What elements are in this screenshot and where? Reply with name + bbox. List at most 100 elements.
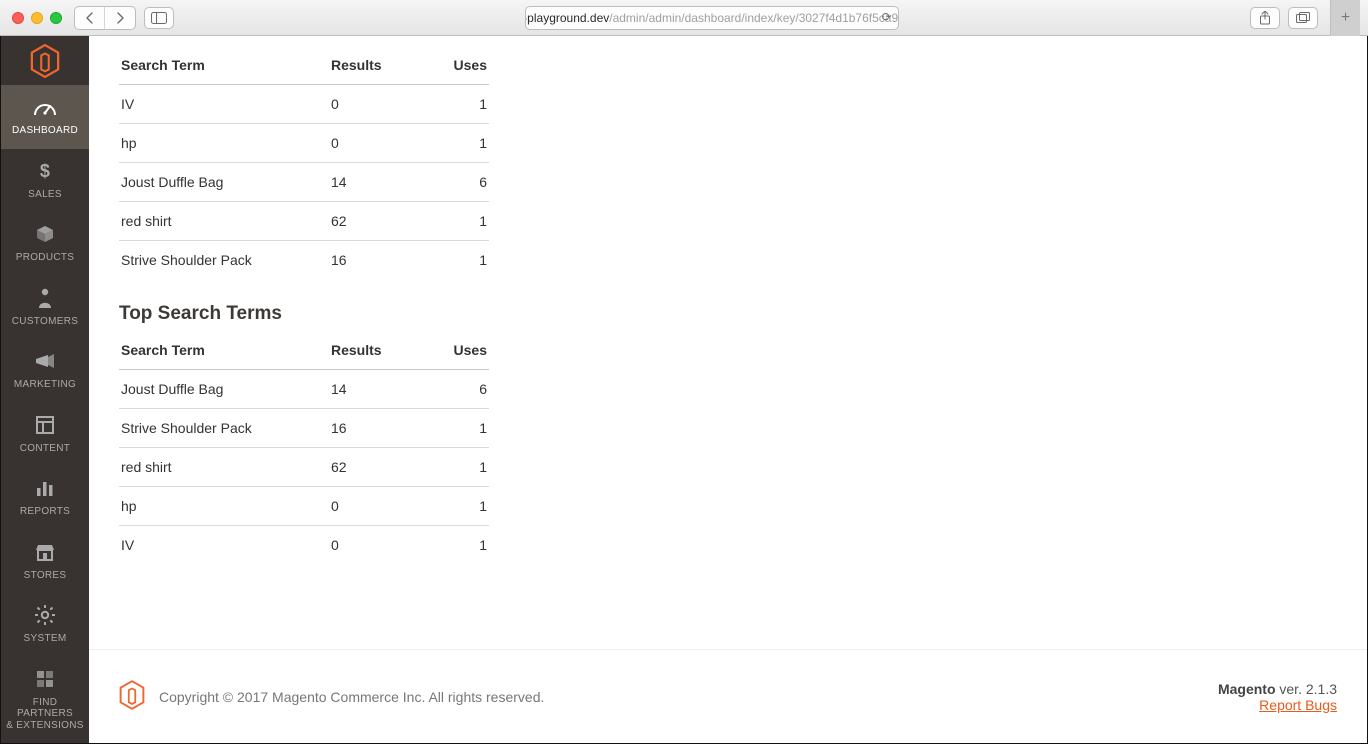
table-row[interactable]: Strive Shoulder Pack161 (119, 241, 489, 280)
sidebar-toggle-button[interactable] (144, 7, 174, 29)
back-button[interactable] (75, 7, 105, 29)
footer-copyright: Copyright © 2017 Magento Commerce Inc. A… (159, 689, 544, 705)
cell-uses: 1 (419, 448, 489, 487)
footer-right: Magento ver. 2.1.3 Report Bugs (1218, 681, 1337, 713)
dashboard-icon (5, 95, 85, 119)
cell-search-term: Joust Duffle Bag (119, 163, 329, 202)
cell-uses: 6 (419, 163, 489, 202)
url-path: /admin/admin/dashboard/index/key/3027f4d… (609, 11, 898, 25)
cell-uses: 1 (419, 409, 489, 448)
sidebar-item-label: SYSTEM (5, 633, 85, 645)
products-icon (5, 222, 85, 246)
window-zoom-button[interactable] (50, 12, 62, 24)
tabs-button[interactable] (1288, 7, 1318, 29)
sidebar-item-label: STORES (5, 570, 85, 582)
col-search-term: Search Term (119, 331, 329, 370)
sidebar-item-label: SALES (5, 189, 85, 201)
magento-logo[interactable] (1, 36, 89, 85)
cell-search-term: red shirt (119, 448, 329, 487)
cell-search-term: IV (119, 526, 329, 565)
sidebar-item-reports[interactable]: REPORTS (1, 466, 89, 530)
sidebar-item-label: CUSTOMERS (5, 316, 85, 328)
col-uses: Uses (419, 46, 489, 85)
cell-search-term: Joust Duffle Bag (119, 370, 329, 409)
sidebar-item-products[interactable]: PRODUCTS (1, 212, 89, 276)
main-column: Search Term Results Uses IV01hp01Joust D… (89, 36, 1367, 743)
cell-uses: 1 (419, 124, 489, 163)
cell-results: 0 (329, 487, 419, 526)
table-row[interactable]: Joust Duffle Bag146 (119, 370, 489, 409)
sidebar-item-label: REPORTS (5, 506, 85, 518)
sidebar-item-dashboard[interactable]: DASHBOARD (1, 85, 89, 149)
forward-button[interactable] (105, 7, 135, 29)
table-row[interactable]: hp01 (119, 487, 489, 526)
footer-version-prefix: ver. (1276, 681, 1306, 697)
cell-results: 16 (329, 241, 419, 280)
cell-results: 14 (329, 163, 419, 202)
cell-results: 62 (329, 448, 419, 487)
cell-results: 16 (329, 409, 419, 448)
table-row[interactable]: hp01 (119, 124, 489, 163)
content-icon (5, 413, 85, 437)
sidebar-item-label: CONTENT (5, 443, 85, 455)
cell-search-term: red shirt (119, 202, 329, 241)
sidebar-item-system[interactable]: SYSTEM (1, 593, 89, 657)
table-row[interactable]: red shirt621 (119, 202, 489, 241)
sidebar-item-label: MARKETING (5, 379, 85, 391)
sidebar-item-marketing[interactable]: MARKETING (1, 339, 89, 403)
cell-uses: 1 (419, 202, 489, 241)
cell-uses: 1 (419, 85, 489, 124)
sidebar-item-label: PRODUCTS (5, 252, 85, 264)
table-row[interactable]: Strive Shoulder Pack161 (119, 409, 489, 448)
table-row[interactable]: Joust Duffle Bag146 (119, 163, 489, 202)
cell-results: 0 (329, 124, 419, 163)
reload-button[interactable]: ⟳ (882, 10, 892, 24)
sidebar-item-find[interactable]: FIND PARTNERS & EXTENSIONS (1, 657, 89, 744)
sidebar-item-customers[interactable]: CUSTOMERS (1, 276, 89, 340)
cell-results: 0 (329, 85, 419, 124)
url-bar[interactable]: magento2-playground.dev /admin/admin/das… (525, 6, 898, 30)
cell-results: 62 (329, 202, 419, 241)
col-search-term: Search Term (119, 46, 329, 85)
last-search-terms-table: Search Term Results Uses IV01hp01Joust D… (119, 46, 489, 279)
cell-search-term: IV (119, 85, 329, 124)
viewport: DASHBOARD$SALES PRODUCTS CUSTOMERS MARKETIN… (0, 36, 1368, 744)
cell-results: 0 (329, 526, 419, 565)
sidebar-item-sales[interactable]: $SALES (1, 149, 89, 213)
sidebar-item-stores[interactable]: STORES (1, 530, 89, 594)
window-close-button[interactable] (12, 12, 24, 24)
marketing-icon (5, 349, 85, 373)
reports-icon (5, 476, 85, 500)
report-bugs-link[interactable]: Report Bugs (1259, 697, 1337, 713)
col-results: Results (329, 46, 419, 85)
sidebar-item-content[interactable]: CONTENT (1, 403, 89, 467)
system-icon (5, 603, 85, 627)
window-minimize-button[interactable] (31, 12, 43, 24)
cell-search-term: Strive Shoulder Pack (119, 409, 329, 448)
customers-icon (5, 286, 85, 310)
col-results: Results (329, 331, 419, 370)
cell-uses: 1 (419, 487, 489, 526)
stores-icon (5, 540, 85, 564)
browser-chrome: magento2-playground.dev /admin/admin/das… (0, 0, 1368, 36)
new-tab-button[interactable]: + (1330, 0, 1360, 36)
nav-buttons (74, 6, 136, 30)
sidebar-item-label: FIND PARTNERS & EXTENSIONS (5, 697, 85, 732)
table-header-row: Search Term Results Uses (119, 46, 489, 85)
content-area: Search Term Results Uses IV01hp01Joust D… (89, 36, 1367, 649)
col-uses: Uses (419, 331, 489, 370)
table-row[interactable]: IV01 (119, 526, 489, 565)
magento-logo-icon (119, 680, 145, 713)
cell-search-term: hp (119, 124, 329, 163)
cell-results: 14 (329, 370, 419, 409)
footer-left: Copyright © 2017 Magento Commerce Inc. A… (119, 680, 544, 713)
cell-search-term: Strive Shoulder Pack (119, 241, 329, 280)
top-search-terms-table: Search Term Results Uses Joust Duffle Ba… (119, 331, 489, 564)
table-header-row: Search Term Results Uses (119, 331, 489, 370)
footer-version-number: 2.1.3 (1306, 681, 1337, 697)
find-icon (5, 667, 85, 691)
table-row[interactable]: IV01 (119, 85, 489, 124)
share-button[interactable] (1250, 7, 1280, 29)
table-row[interactable]: red shirt621 (119, 448, 489, 487)
admin-footer: Copyright © 2017 Magento Commerce Inc. A… (89, 649, 1367, 743)
